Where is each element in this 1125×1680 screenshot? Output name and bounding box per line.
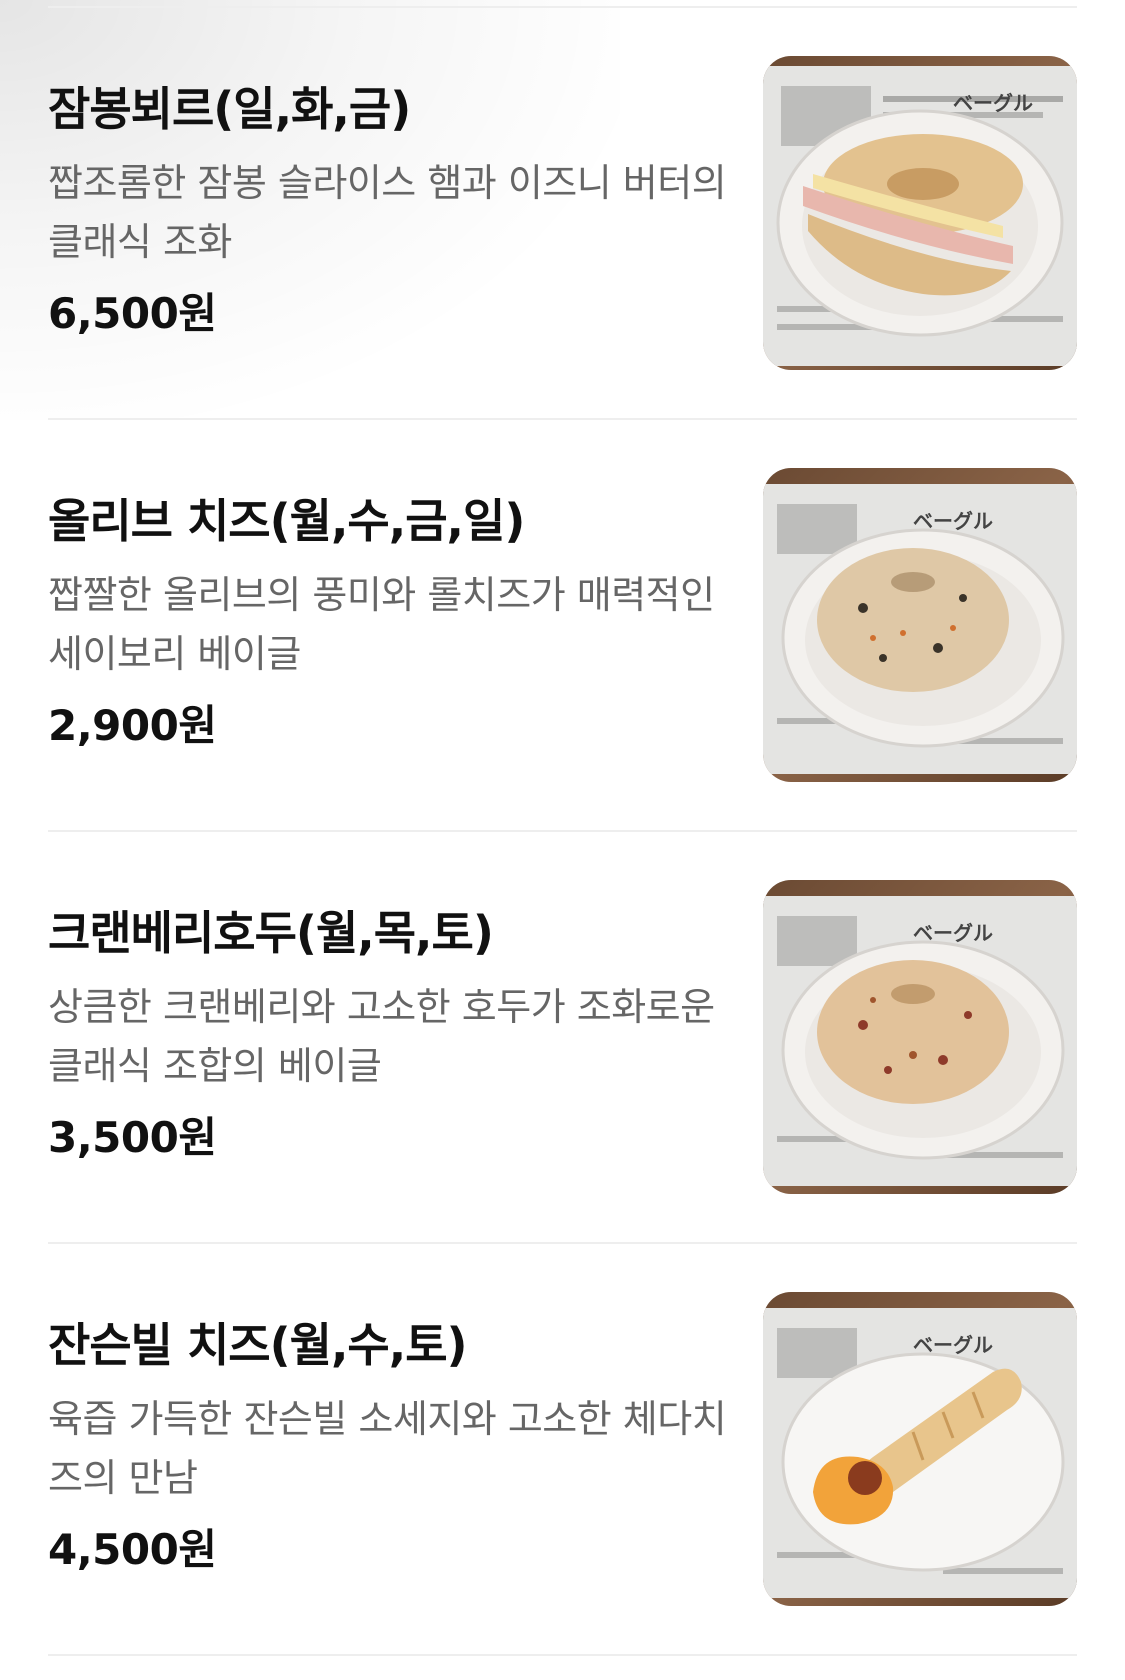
menu-item-price: 6,500원 [48, 289, 217, 338]
menu-item-price: 2,900원 [48, 701, 217, 750]
menu-item-photo[interactable]: ベーグル [763, 468, 1077, 782]
menu-item-description: 짭짤한 올리브의 풍미와 롤치즈가 매력적인 세이보리 베이글 [48, 573, 715, 676]
menu-list: 잠봉뵈르(일,화,금) 짭조롬한 잠봉 슬라이스 햄과 이즈니 버터의 클래식 … [0, 8, 1125, 1656]
sausage-cheese-bread-icon: ベーグル [763, 1308, 1077, 1598]
newspaper-heading: ベーグル [953, 91, 1033, 115]
menu-item[interactable]: 올리브 치즈(월,수,금,일) 짭짤한 올리브의 풍미와 롤치즈가 매력적인 세… [48, 420, 1077, 832]
menu-item-photo[interactable]: ベーグル [763, 880, 1077, 1194]
olive-cheese-bagel-icon: ベーグル [763, 484, 1077, 774]
cranberry-walnut-bagel-icon: ベーグル [763, 896, 1077, 1186]
menu-item[interactable]: 크랜베리호두(월,목,토) 상큼한 크랜베리와 고소한 호두가 조화로운 클래식… [48, 832, 1077, 1244]
jambon-beurre-bagel-icon: ベーグル [763, 66, 1077, 366]
menu-item[interactable]: 잠봉뵈르(일,화,금) 짭조롬한 잠봉 슬라이스 햄과 이즈니 버터의 클래식 … [48, 8, 1077, 420]
menu-item-name: 잠봉뵈르(일,화,금) [48, 82, 411, 136]
menu-item-name: 잔슨빌 치즈(월,수,토) [48, 1318, 468, 1372]
menu-item-price: 4,500원 [48, 1525, 217, 1574]
menu-item-name: 올리브 치즈(월,수,금,일) [48, 494, 525, 548]
menu-item-description: 짭조롬한 잠봉 슬라이스 햄과 이즈니 버터의 클래식 조화 [48, 161, 727, 264]
menu-item-description: 상큼한 크랜베리와 고소한 호두가 조화로운 클래식 조합의 베이글 [48, 985, 715, 1088]
menu-item-photo[interactable]: ベーグル [763, 1292, 1077, 1606]
menu-item-name: 크랜베리호두(월,목,토) [48, 906, 494, 960]
menu-item-photo[interactable]: ベーグル [763, 56, 1077, 370]
menu-item-price: 3,500원 [48, 1113, 217, 1162]
menu-item[interactable]: 잔슨빌 치즈(월,수,토) 육즙 가득한 잔슨빌 소세지와 고소한 체다치즈의 … [48, 1244, 1077, 1656]
menu-item-description: 육즙 가득한 잔슨빌 소세지와 고소한 체다치즈의 만남 [48, 1397, 727, 1500]
